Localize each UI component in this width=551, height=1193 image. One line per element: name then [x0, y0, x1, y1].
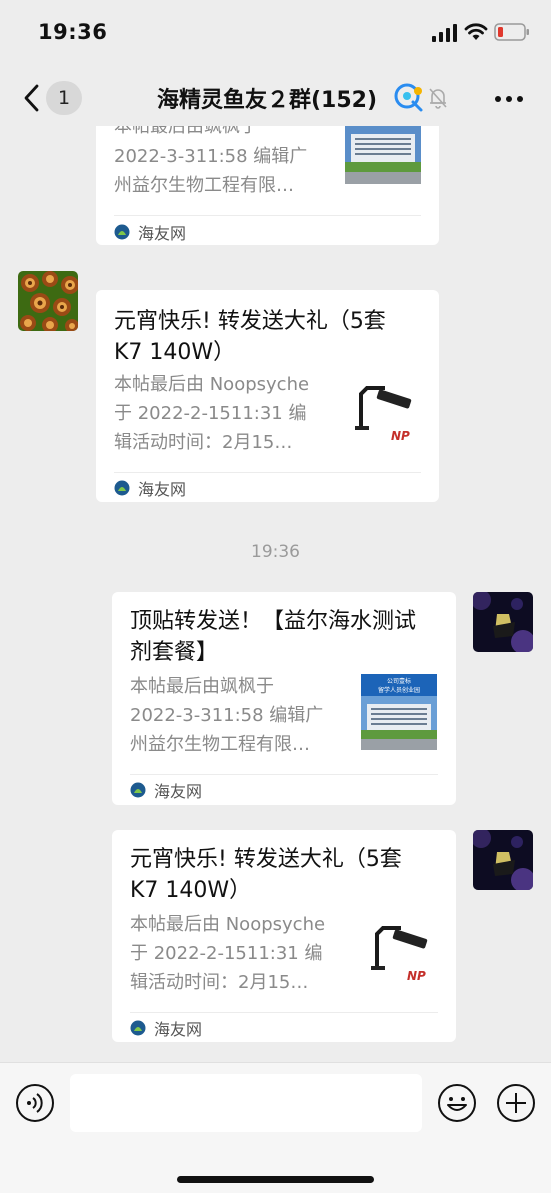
card-source: 海友网 — [154, 782, 203, 801]
building-thumbnail: 公司壹标 留学人员创业园 — [361, 674, 437, 750]
building-sign-text: 公司壹标 — [387, 677, 411, 685]
plus-icon[interactable] — [496, 1083, 536, 1123]
emoji-icon[interactable] — [437, 1083, 477, 1123]
source-logo-icon — [114, 480, 130, 496]
home-indicator — [177, 1176, 374, 1183]
avatar-left[interactable] — [18, 271, 78, 331]
card-divider — [114, 472, 421, 473]
card-title-partial: 本帖最后由飒枫于 — [114, 126, 258, 137]
avatar-self[interactable] — [473, 830, 533, 890]
card-description: 2022-3-311:58 编辑广 州益尔生物工程有限… — [114, 146, 308, 196]
wifi-icon — [464, 23, 488, 40]
card-source: 海友网 — [138, 224, 187, 243]
chat-area[interactable]: 本帖最后由飒枫于 2022-3-311:58 编辑广 州益尔生物工程有限… 留学… — [0, 126, 551, 1062]
lamp-thumbnail: NP — [345, 372, 421, 448]
card-divider — [130, 774, 438, 775]
nav-bar: 1 海精灵鱼友２群(152) — [0, 70, 551, 126]
signal-icon — [432, 24, 457, 42]
card-title: 元宵快乐! 转发送大礼（5套 K7 140W） — [114, 309, 386, 365]
source-logo-icon — [130, 1020, 146, 1036]
link-card[interactable]: 本帖最后由飒枫于 2022-3-311:58 编辑广 州益尔生物工程有限… 留学… — [96, 126, 439, 245]
group-icon — [394, 83, 423, 112]
card-description: 本帖最后由 Noopsyche 于 2022-2-1511:31 编 辑活动时间… — [114, 374, 310, 453]
building-sign-text: 留学人员创业园 — [378, 686, 420, 694]
voice-icon[interactable] — [15, 1083, 55, 1123]
input-bar — [0, 1062, 551, 1193]
card-title: 元宵快乐! 转发送大礼（5套 K7 140W） — [130, 847, 402, 903]
unread-badge[interactable]: 1 — [46, 81, 82, 115]
card-source: 海友网 — [154, 1020, 203, 1039]
card-title: 顶贴转发送！【益尔海水测试剂套餐】 — [130, 609, 417, 665]
status-bar: 19:36 — [0, 0, 551, 70]
lamp-brand-text: NP — [391, 429, 410, 443]
lamp-brand-text: NP — [407, 969, 426, 983]
battery-icon — [494, 23, 529, 41]
link-card[interactable]: 元宵快乐! 转发送大礼（5套 K7 140W） 本帖最后由 Noopsyche … — [96, 290, 439, 502]
lamp-thumbnail: NP — [361, 912, 437, 988]
status-time: 19:36 — [38, 20, 108, 44]
mute-bell-icon — [429, 88, 447, 109]
card-description: 本帖最后由 Noopsyche 于 2022-2-1511:31 编 辑活动时间… — [130, 914, 326, 993]
card-divider — [114, 215, 421, 216]
avatar-self[interactable] — [473, 592, 533, 652]
card-source: 海友网 — [138, 480, 187, 499]
more-icon[interactable] — [494, 95, 524, 103]
message-timestamp: 19:36 — [251, 542, 300, 562]
back-icon[interactable] — [20, 82, 42, 114]
card-divider — [130, 1012, 438, 1013]
message-input[interactable] — [70, 1074, 422, 1132]
link-card[interactable]: 元宵快乐! 转发送大礼（5套 K7 140W） 本帖最后由 Noopsyche … — [112, 830, 456, 1042]
building-thumbnail: 留学人员创业园 — [345, 126, 421, 184]
link-card[interactable]: 顶贴转发送！【益尔海水测试剂套餐】 本帖最后由飒枫于 2022-3-311:58… — [112, 592, 456, 805]
source-logo-icon — [114, 224, 130, 240]
card-description: 本帖最后由飒枫于 2022-3-311:58 编辑广 州益尔生物工程有限… — [130, 676, 324, 755]
source-logo-icon — [130, 782, 146, 798]
chat-title: 海精灵鱼友２群(152) — [157, 88, 378, 113]
